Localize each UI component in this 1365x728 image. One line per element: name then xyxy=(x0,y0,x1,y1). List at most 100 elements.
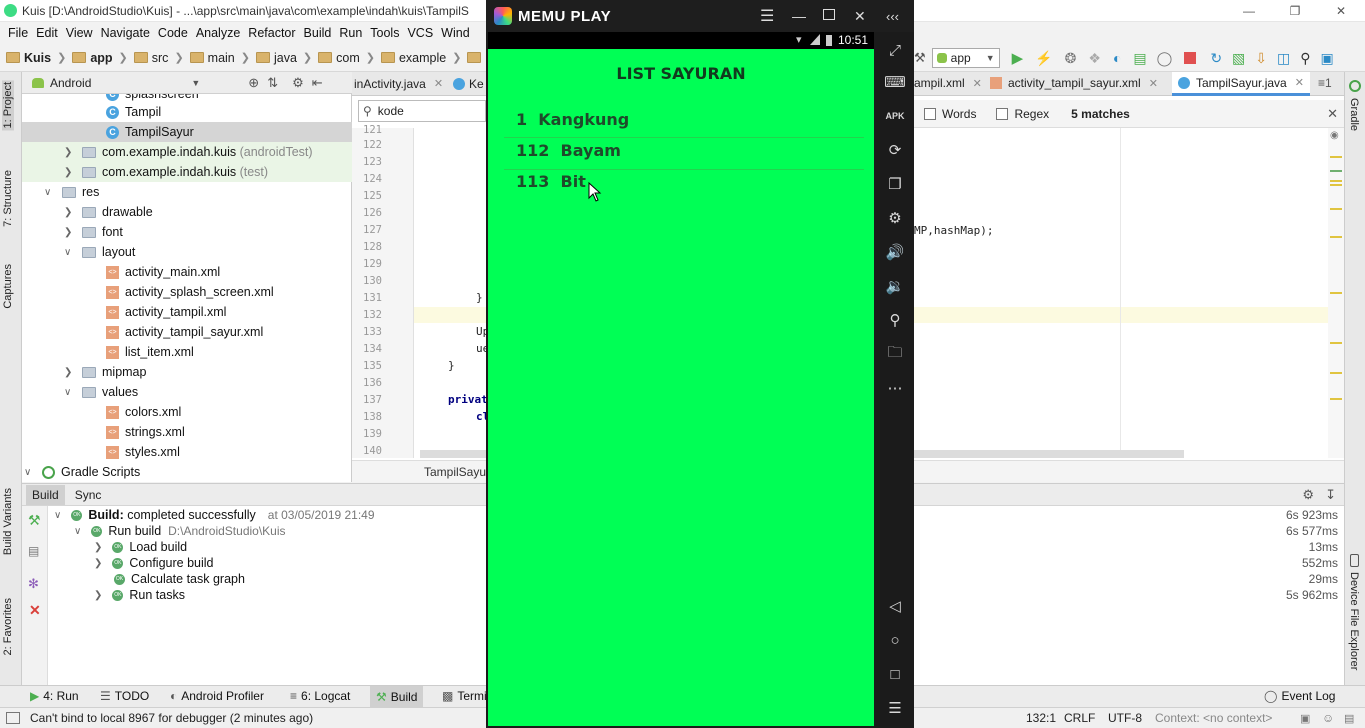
breadcrumb-main[interactable]: main ❯ xyxy=(184,51,250,65)
location-icon[interactable]: ⚲ xyxy=(885,310,905,330)
breadcrumb-com[interactable]: com ❯ xyxy=(312,51,375,65)
tab-main-activity[interactable]: inActivity.java xyxy=(354,77,426,91)
multi-window-icon[interactable]: ❐ xyxy=(885,174,905,194)
tab-sync[interactable]: Sync xyxy=(69,485,108,505)
run-icon[interactable]: ▶ xyxy=(1012,49,1024,67)
tab-close-icon[interactable]: ✕ xyxy=(1295,76,1304,89)
list-item[interactable]: 1 Kangkung xyxy=(516,110,629,129)
tree-item[interactable]: ❯ drawable xyxy=(64,202,153,222)
search-icon[interactable]: ⚲ xyxy=(1300,50,1310,67)
editor-scrollbar[interactable] xyxy=(914,450,1184,458)
tab-project[interactable]: 1: Project xyxy=(2,80,14,131)
sync-gradle-icon[interactable]: ↻ xyxy=(1210,50,1222,67)
memu-close-icon[interactable]: ✕ xyxy=(854,8,866,25)
breadcrumb-src[interactable]: src ❯ xyxy=(128,51,184,65)
tab-tampil-sayur-java[interactable]: TampilSayur.java ✕ xyxy=(1172,72,1310,96)
words-checkbox[interactable] xyxy=(924,107,936,120)
tree-item[interactable]: ❯ mipmap xyxy=(64,362,146,382)
search-input[interactable]: ⚲ kode xyxy=(358,100,486,122)
breadcrumb-example[interactable]: example ❯ xyxy=(375,51,461,65)
chevron-down-icon[interactable]: ▼ xyxy=(191,78,200,88)
build-item[interactable]: ❯ OK Run tasks xyxy=(94,587,185,603)
avd-manager-icon[interactable]: ▧ xyxy=(1232,50,1245,67)
home-icon[interactable]: ○ xyxy=(885,630,905,650)
tree-item-selected[interactable]: C TampilSayur xyxy=(22,122,352,142)
tree-item[interactable]: C Tampil xyxy=(106,102,161,122)
line-separator[interactable]: CRLF xyxy=(1064,711,1095,725)
volume-down-icon[interactable]: 🔉 xyxy=(885,276,905,296)
project-structure-icon[interactable]: ◫ xyxy=(1277,50,1290,67)
tree-item[interactable]: ∨ res xyxy=(44,182,99,202)
tab-captures[interactable]: Captures xyxy=(2,264,14,309)
tab-device-file-explorer[interactable]: Device File Explorer xyxy=(1348,572,1360,670)
file-encoding[interactable]: UTF-8 xyxy=(1108,711,1142,725)
tree-item[interactable]: ∨ Gradle Scripts xyxy=(24,462,140,482)
tree-item[interactable]: ❯ com.example.indah.kuis (test) xyxy=(22,162,352,182)
menu-window[interactable]: Wind xyxy=(441,26,469,40)
menu-edit[interactable]: Edit xyxy=(36,26,58,40)
tab-favorites[interactable]: 2: Favorites xyxy=(2,598,14,655)
folder-icon[interactable]: 🗀 xyxy=(885,344,905,364)
close-icon[interactable]: ✕ xyxy=(29,602,41,619)
build-item[interactable]: ∨ OK Run build D:\AndroidStudio\Kuis xyxy=(74,523,286,539)
tree-item[interactable]: ❯ font xyxy=(64,222,123,242)
restore-button[interactable]: ❐ xyxy=(1272,0,1318,22)
toolwindow-build[interactable]: ⚒ Build xyxy=(370,686,424,708)
tab-build[interactable]: Build xyxy=(26,484,65,505)
tree-item[interactable]: <> activity_tampil.xml xyxy=(106,302,226,322)
editor-scrollbar[interactable] xyxy=(420,450,486,458)
attach-debugger-icon[interactable]: ❖ xyxy=(1088,50,1101,67)
memu-menu-icon[interactable]: ☰ xyxy=(760,6,774,26)
toolwindow-run[interactable]: ▶ 4: Run xyxy=(30,689,79,703)
coverage-icon[interactable]: ▤ xyxy=(1133,50,1146,67)
breadcrumb-app[interactable]: app ❯ xyxy=(66,51,128,65)
apk-icon[interactable]: APK xyxy=(885,106,905,126)
tree-item[interactable]: ❯ com.example.indah.kuis (androidTest) xyxy=(22,142,352,162)
lock-icon[interactable]: ▣ xyxy=(1300,712,1310,725)
list-item[interactable]: 112 Bayam xyxy=(516,141,621,160)
tree-item[interactable]: <> strings.xml xyxy=(106,422,185,442)
status-message[interactable]: Can't bind to local 8967 for debugger (2… xyxy=(30,711,313,725)
tree-item[interactable]: <> activity_splash_screen.xml xyxy=(106,282,274,302)
toolwindow-todo[interactable]: ☰ TODO xyxy=(100,689,149,703)
rotate-icon[interactable]: ⟳ xyxy=(885,140,905,160)
collapse-icon[interactable]: ⇅ xyxy=(267,75,278,91)
more-icon[interactable]: ⋯ xyxy=(885,378,905,398)
menu-vcs[interactable]: VCS xyxy=(407,26,433,40)
build-hammer-icon[interactable]: ⚒ xyxy=(28,512,41,529)
stop-icon[interactable] xyxy=(1184,52,1197,64)
hide-panel-icon[interactable]: ⇤ xyxy=(312,75,323,91)
tab-close-icon[interactable]: ✕ xyxy=(1149,77,1158,90)
breadcrumb-java[interactable]: java ❯ xyxy=(250,51,312,65)
tab-build-variants[interactable]: Build Variants xyxy=(2,488,14,555)
menu-run[interactable]: Run xyxy=(339,26,362,40)
tree-item[interactable]: <> list_item.xml xyxy=(106,342,194,362)
toolwindow-event-log[interactable]: ◯ Event Log xyxy=(1264,689,1335,703)
tab-close-icon[interactable]: ✕ xyxy=(973,77,982,90)
memory-icon[interactable]: ▤ xyxy=(1344,712,1354,725)
minimize-panel-icon[interactable]: ↧ xyxy=(1325,487,1336,503)
context-indicator[interactable]: Context: <no context> xyxy=(1155,711,1272,725)
build-item[interactable]: ❯ OK Load build xyxy=(94,539,187,555)
tree-item[interactable]: <> activity_main.xml xyxy=(106,262,220,282)
menu-tools[interactable]: Tools xyxy=(370,26,399,40)
toolwindow-logcat[interactable]: ≡ 6: Logcat xyxy=(290,689,350,703)
run-config-select[interactable]: app ▼ xyxy=(931,48,1000,68)
menu-code[interactable]: Code xyxy=(158,26,188,40)
menu-refactor[interactable]: Refactor xyxy=(248,26,295,40)
attach-icon[interactable]: ◯ xyxy=(1157,50,1173,67)
toggle-view-icon[interactable]: ▤ xyxy=(28,544,39,558)
gear-icon[interactable]: ⚙ xyxy=(1302,487,1314,503)
close-find-icon[interactable]: ✕ xyxy=(1327,106,1338,122)
tab-gradle[interactable]: Gradle xyxy=(1348,98,1360,131)
tree-item[interactable]: ∨ values xyxy=(64,382,138,402)
tab-structure[interactable]: 7: Structure xyxy=(2,170,14,227)
toolwindow-terminal[interactable]: ▩ Termi xyxy=(442,689,487,703)
breadcrumb-kuis[interactable]: Kuis ❯ xyxy=(0,51,66,65)
memu-minimize-icon[interactable]: — xyxy=(792,8,806,24)
fullscreen-icon[interactable]: ⤢ xyxy=(885,40,905,60)
close-window-button[interactable]: ✕ xyxy=(1318,0,1364,22)
gear-icon[interactable]: ⚙ xyxy=(885,208,905,228)
menu-view[interactable]: View xyxy=(66,26,93,40)
apply-changes-icon[interactable]: ⚡ xyxy=(1035,50,1052,67)
